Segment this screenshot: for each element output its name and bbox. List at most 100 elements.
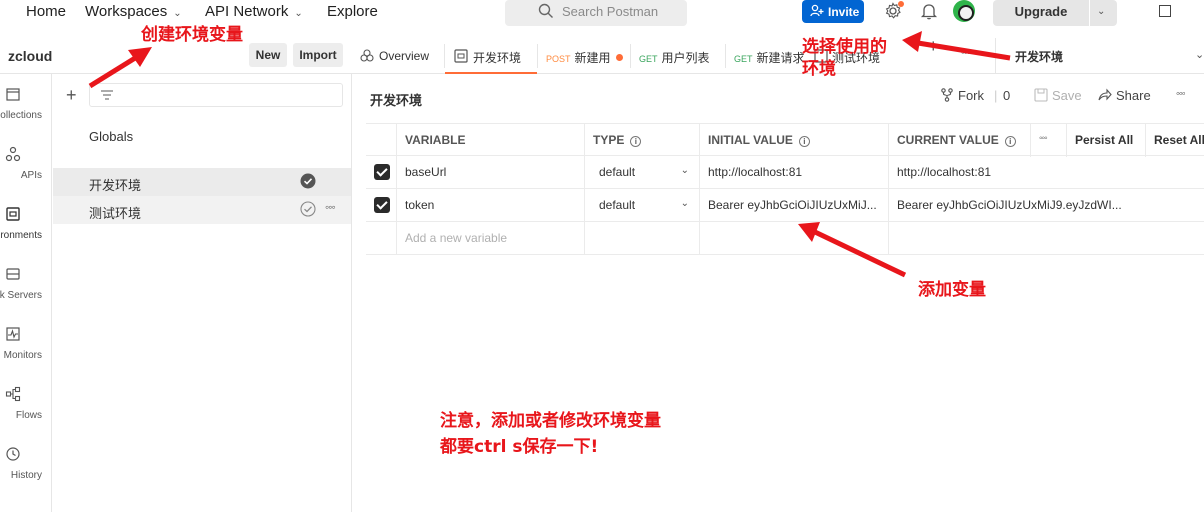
more-tabs-icon[interactable]: ◦◦◦ — [961, 47, 971, 59]
nav-workspaces[interactable]: Workspaces ⌄ — [85, 3, 182, 20]
unsaved-dot — [615, 54, 623, 61]
filter-input[interactable] — [89, 83, 343, 107]
checkbox-cell — [366, 222, 397, 255]
sidebar-item-apis[interactable]: APIs — [0, 134, 52, 194]
share-button[interactable]: Share — [1098, 88, 1151, 103]
chevron-down-icon: ⌄ — [294, 8, 303, 19]
maximize-window-icon[interactable] — [1159, 5, 1171, 17]
initial-value-cell[interactable]: http://localhost:81 — [700, 156, 889, 189]
column-header-initial-value: INITIAL VALUE i — [700, 124, 889, 157]
sidebar-item-label: Environments — [0, 230, 42, 241]
more-options-icon[interactable]: ◦◦◦ — [1176, 88, 1186, 100]
add-environment-icon[interactable]: + — [66, 85, 77, 106]
column-header-label: TYPE — [593, 133, 625, 147]
table-row-add: Add a new variable — [366, 222, 1204, 255]
type-select[interactable]: default ⌄ — [585, 156, 700, 189]
environment-name: 测试环境 — [89, 206, 142, 221]
tab-post-request[interactable]: POST 新建用 — [538, 38, 630, 74]
collections-icon — [6, 88, 20, 101]
persist-all-button[interactable]: Persist All — [1067, 124, 1146, 157]
sidebar-item-monitors[interactable]: Monitors — [0, 314, 52, 374]
environments-icon — [6, 207, 20, 221]
history-icon — [6, 447, 20, 461]
import-button[interactable]: Import — [293, 43, 343, 67]
reset-all-button[interactable]: Reset All — [1146, 124, 1204, 157]
sidebar-item-label: Mock Servers — [0, 290, 42, 301]
tab-label: Overview — [379, 49, 430, 63]
tab-get-new-request[interactable]: GET 新建请求 — [726, 38, 808, 74]
http-method: GET — [639, 54, 658, 64]
sidebar-item-collections[interactable]: Collections — [0, 74, 52, 134]
more-options-icon[interactable]: ◦◦◦ — [325, 200, 336, 214]
invite-label: Invite — [828, 5, 860, 19]
annotation-note-line1: 注意，添加或者修改环境变量 — [440, 411, 661, 431]
sidebar-item-label: Monitors — [3, 350, 42, 361]
environment-item[interactable]: 开发环境 — [53, 168, 351, 196]
nav-home[interactable]: Home — [26, 3, 66, 20]
fork-count: 0 — [1003, 88, 1011, 103]
upgrade-button[interactable]: Upgrade ⌄ — [993, 0, 1117, 26]
variable-name-cell[interactable]: baseUrl — [397, 156, 585, 189]
tab-label: 新建请求 — [756, 51, 805, 65]
enabled-checkbox[interactable] — [374, 164, 390, 180]
sidebar-item-label: Flows — [15, 410, 42, 421]
tab-dev-environment[interactable]: 开发环境 — [445, 38, 537, 74]
save-button[interactable]: Save — [1034, 88, 1082, 103]
flows-icon — [5, 386, 21, 402]
nav-api-network[interactable]: API Network ⌄ — [205, 3, 303, 20]
active-check-icon[interactable] — [300, 173, 316, 189]
info-icon[interactable]: i — [630, 136, 642, 147]
invite-button[interactable]: Invite — [802, 0, 864, 23]
variable-name-cell[interactable]: token — [397, 189, 585, 222]
current-value-cell[interactable]: Bearer eyJhbGciOiJIUzUxMiJ9.eyJzdWI... — [889, 189, 1134, 222]
type-select[interactable]: default ⌄ — [585, 189, 700, 222]
add-variable-input[interactable]: Add a new variable — [397, 222, 585, 255]
environment-item[interactable]: 测试环境 ◦◦◦ — [53, 196, 351, 224]
environment-selector[interactable]: 开发环境 ⌄ — [995, 38, 1204, 74]
search-input[interactable]: Search Postman — [505, 0, 687, 26]
bell-icon[interactable] — [920, 2, 938, 20]
variables-table: VARIABLE TYPE i INITIAL VALUE i CURRENT VA… — [366, 123, 1204, 255]
sidebar-item-history[interactable]: History — [0, 434, 52, 494]
upgrade-label: Upgrade — [1014, 4, 1068, 19]
new-tab-icon[interactable]: + — [928, 36, 939, 57]
set-active-check-icon[interactable] — [300, 201, 316, 217]
info-icon[interactable]: i — [1004, 136, 1016, 147]
tab-overview[interactable]: Overview — [352, 38, 444, 74]
add-user-icon — [810, 4, 824, 17]
save-icon — [1034, 88, 1048, 102]
chevron-down-icon[interactable]: ⌄ — [1097, 6, 1105, 17]
workspace-name[interactable]: zcloud — [8, 48, 52, 64]
annotation-create-env: 创建环境变量 — [141, 25, 243, 45]
http-method: GET — [734, 54, 753, 64]
annotation-select-env-line2: 环境 — [802, 59, 836, 79]
share-icon — [1098, 88, 1112, 101]
tab-label: 开发环境 — [473, 51, 522, 65]
sidebar-item-label: History — [10, 470, 42, 481]
new-button[interactable]: New — [249, 43, 287, 67]
initial-value-cell[interactable]: Bearer eyJhbGciOiJIUzUxMiJ... — [700, 189, 889, 222]
info-icon[interactable]: i — [798, 136, 810, 147]
more-options-icon[interactable]: ◦◦◦ — [1031, 124, 1067, 157]
tab-get-user-list[interactable]: GET 用户列表 — [631, 38, 725, 74]
avatar[interactable] — [953, 0, 975, 22]
save-label: Save — [1052, 88, 1082, 103]
type-value: default — [599, 198, 636, 212]
sidebar-item-environments[interactable]: Environments — [0, 194, 52, 254]
chevron-down-icon: ⌄ — [680, 165, 689, 176]
nav-explore[interactable]: Explore — [327, 3, 378, 20]
sidebar-item-mock-servers[interactable]: Mock Servers — [0, 254, 52, 314]
notification-dot — [898, 1, 904, 7]
enabled-checkbox[interactable] — [374, 197, 390, 213]
page-title: 开发环境 — [370, 93, 423, 108]
tab-label: 新建用 — [574, 51, 611, 65]
type-value: default — [599, 165, 636, 179]
nav-api-network-label: API Network — [205, 3, 289, 20]
empty-cell — [585, 222, 700, 255]
fork-button[interactable]: Fork — [940, 88, 984, 103]
globals-item[interactable]: Globals — [89, 129, 133, 144]
sidebar-item-flows[interactable]: Flows — [0, 374, 52, 434]
current-value-cell[interactable]: http://localhost:81 — [889, 156, 1204, 189]
environment-icon — [454, 49, 468, 63]
empty-cell — [700, 222, 889, 255]
